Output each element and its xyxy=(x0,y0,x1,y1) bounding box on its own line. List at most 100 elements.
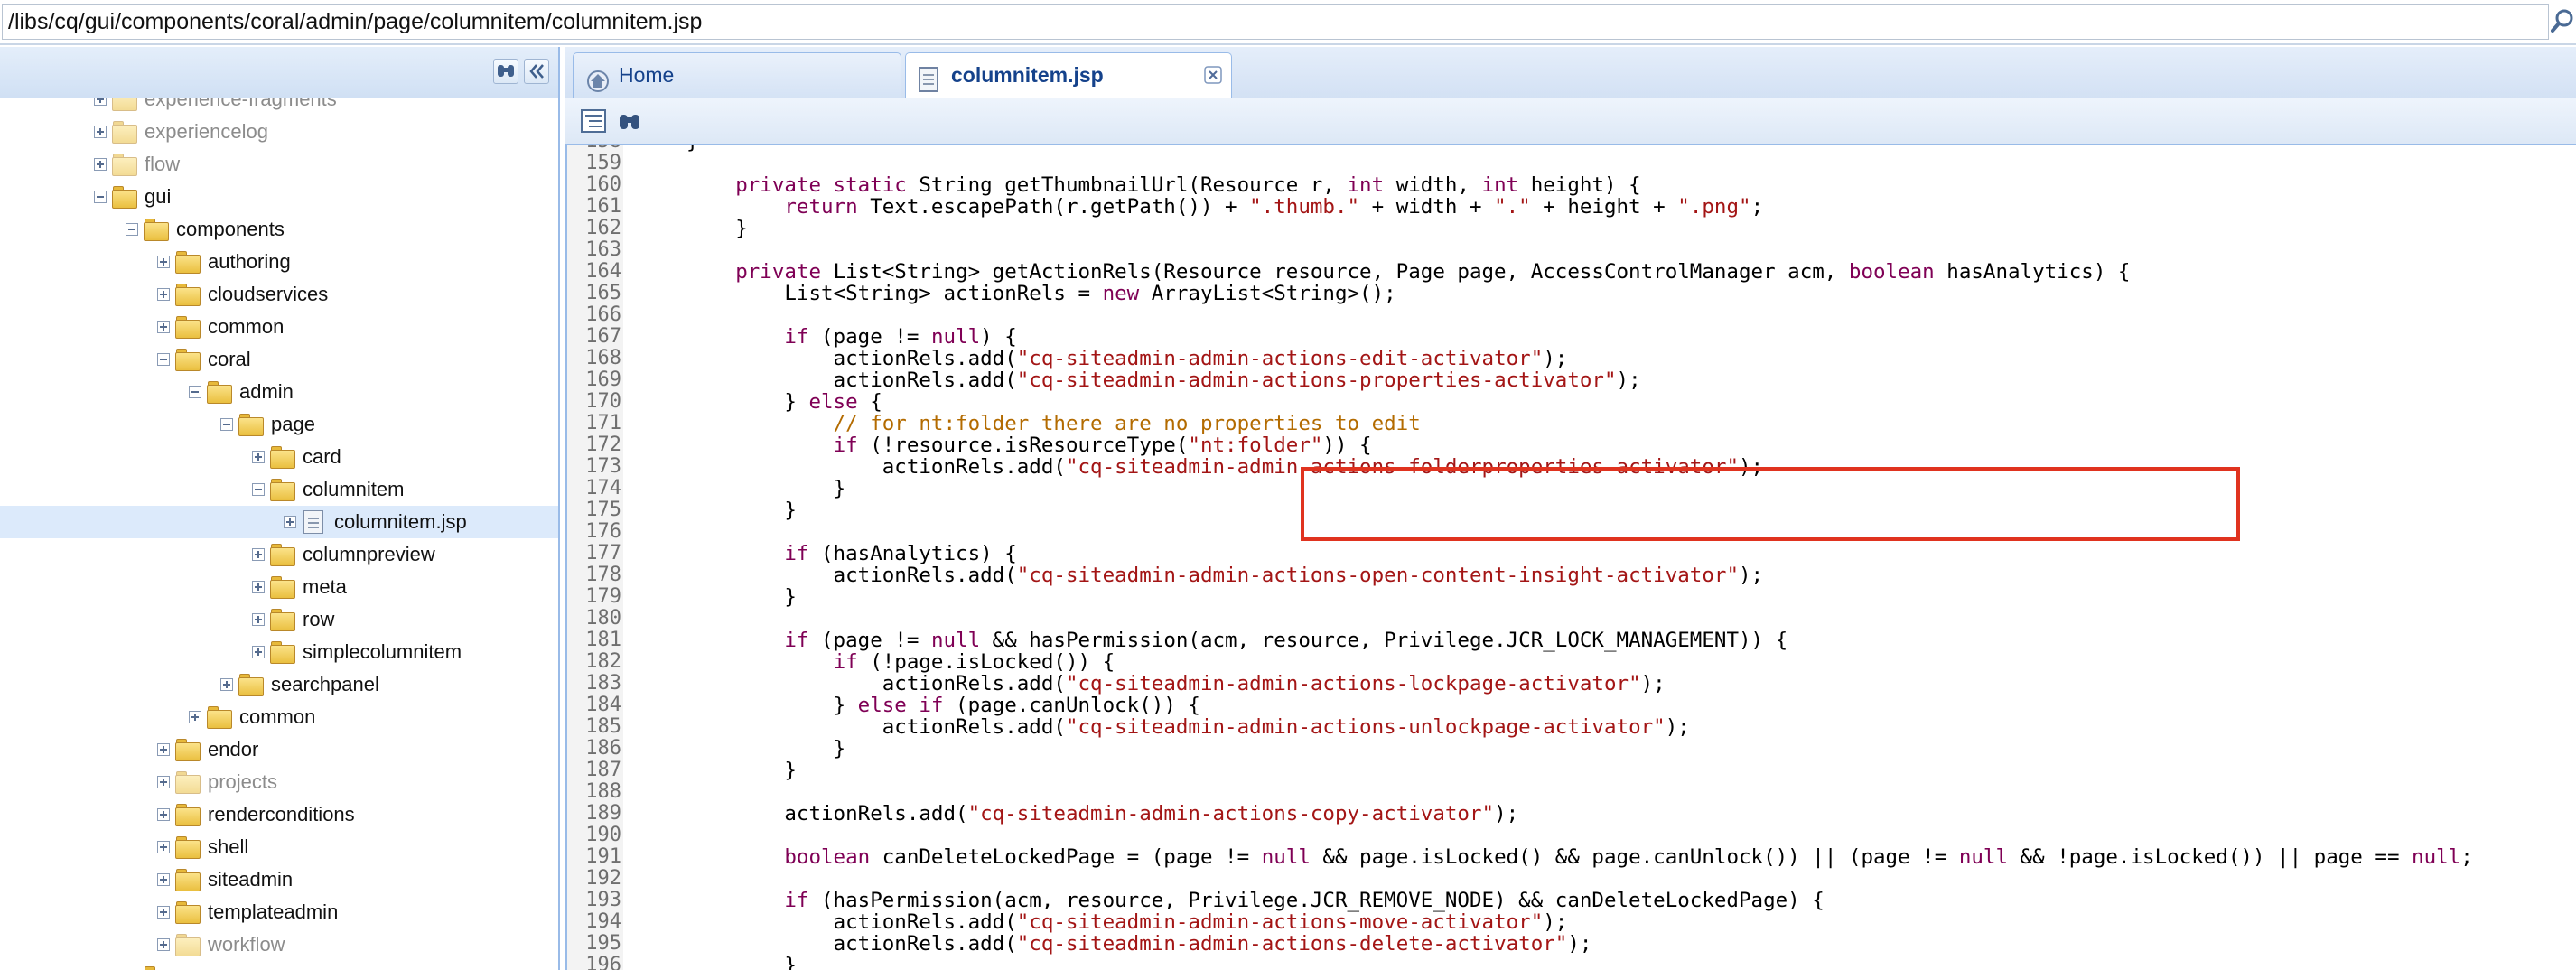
tree-item-label: columnpreview xyxy=(303,543,435,565)
collapse-icon[interactable] xyxy=(220,418,233,431)
folder-icon xyxy=(207,381,232,404)
collapse-icon[interactable] xyxy=(157,353,170,366)
code-line: 170 } else { xyxy=(567,391,2576,414)
tree-item-label: workflow xyxy=(208,933,285,956)
expand-icon[interactable] xyxy=(157,938,170,951)
expand-icon[interactable] xyxy=(252,581,265,593)
tree-item-label: searchpanel xyxy=(271,673,379,695)
outline-icon[interactable] xyxy=(580,108,607,134)
tree-folder-item[interactable]: projects xyxy=(0,766,558,798)
tree-folder-item[interactable]: row xyxy=(0,603,558,636)
code-line: 163 xyxy=(567,239,2576,261)
close-icon[interactable] xyxy=(1204,55,1222,98)
tree-folder-item[interactable]: workflow xyxy=(0,928,558,961)
tree-folder-item[interactable]: experiencelog xyxy=(0,116,558,148)
folder-icon xyxy=(175,836,201,859)
tree-item-label: templateadmin xyxy=(208,900,339,923)
tree-folder-item[interactable]: common xyxy=(0,701,558,733)
expand-icon[interactable] xyxy=(252,613,265,626)
expand-icon[interactable] xyxy=(94,98,107,106)
code-text: actionRels.add("cq-siteadmin-admin-actio… xyxy=(833,910,1568,934)
line-number: 173 xyxy=(585,455,621,478)
tab-columnitem-jsp[interactable]: columnitem.jsp xyxy=(905,52,1232,98)
line-number: 181 xyxy=(585,629,621,651)
code-text: return Text.escapePath(r.getPath()) + ".… xyxy=(784,195,1764,219)
code-line: 190 xyxy=(567,825,2576,846)
code-text: actionRels.add("cq-siteadmin-admin-actio… xyxy=(833,347,1568,370)
tab-home[interactable]: Home xyxy=(573,52,901,98)
tree-folder-item[interactable]: authoring xyxy=(0,246,558,278)
tree-folder-item[interactable]: flow xyxy=(0,148,558,181)
collapse-icon[interactable] xyxy=(94,191,107,203)
code-text: private List<String> getActionRels(Resou… xyxy=(735,260,2131,284)
tree-folder-item[interactable]: columnpreview xyxy=(0,538,558,571)
folder-icon xyxy=(207,706,232,729)
tree-folder-item[interactable]: card xyxy=(0,441,558,473)
tree-item-label: card xyxy=(303,445,341,468)
folder-icon xyxy=(238,414,264,436)
code-line: 191 boolean canDeleteLockedPage = (page … xyxy=(567,846,2576,869)
code-text: if (hasAnalytics) { xyxy=(784,542,1017,565)
expand-icon[interactable] xyxy=(220,678,233,691)
expand-icon[interactable] xyxy=(157,743,170,756)
tree-folder-item[interactable]: cloudservices xyxy=(0,278,558,311)
expand-icon[interactable] xyxy=(157,288,170,301)
collapse-icon[interactable] xyxy=(126,223,138,236)
tree-folder-item[interactable]: simplecolumnitem xyxy=(0,636,558,668)
tree-folder-item[interactable]: endor xyxy=(0,733,558,766)
expand-icon[interactable] xyxy=(157,321,170,333)
code-text: actionRels.add("cq-siteadmin-admin-actio… xyxy=(833,932,1592,956)
tree-folder-item[interactable]: shell xyxy=(0,831,558,863)
tree-folder-item[interactable]: templateadmin xyxy=(0,896,558,928)
code-line: 175 } xyxy=(567,499,2576,522)
collapse-icon[interactable] xyxy=(252,483,265,496)
code-line: 187 } xyxy=(567,760,2576,782)
expand-icon[interactable] xyxy=(157,873,170,886)
expand-icon[interactable] xyxy=(252,646,265,658)
tree-folder-item[interactable]: renderconditions xyxy=(0,798,558,831)
line-number: 194 xyxy=(585,910,621,933)
binoculars-icon[interactable] xyxy=(493,59,518,84)
code-line: 165 List<String> actionRels = new ArrayL… xyxy=(567,283,2576,305)
code-line: 192 xyxy=(567,868,2576,890)
tree-folder-item[interactable]: admin xyxy=(0,376,558,408)
find-binoculars-icon[interactable] xyxy=(616,108,643,134)
code-text: if (page != null) { xyxy=(784,325,1017,349)
tree-folder-item[interactable]: common xyxy=(0,311,558,343)
line-number: 185 xyxy=(585,715,621,738)
tree-folder-item[interactable]: gui xyxy=(0,181,558,213)
tree-folder-item[interactable]: experience-fragments xyxy=(0,98,558,116)
code-text: if (!page.isLocked()) { xyxy=(833,650,1115,674)
code-text: } xyxy=(833,737,846,760)
expand-icon[interactable] xyxy=(157,776,170,788)
tree-folder-item[interactable]: coral xyxy=(0,343,558,376)
tree-folder-item[interactable]: page xyxy=(0,408,558,441)
collapse-icon[interactable] xyxy=(189,386,201,398)
expand-icon[interactable] xyxy=(157,808,170,821)
expand-icon[interactable] xyxy=(157,256,170,268)
expand-icon[interactable] xyxy=(252,548,265,561)
tree-folder-item[interactable]: searchpanel xyxy=(0,668,558,701)
code-text: actionRels.add("cq-siteadmin-admin-actio… xyxy=(833,564,1764,587)
path-input[interactable]: /libs/cq/gui/components/coral/admin/page… xyxy=(2,4,2549,40)
code-editor[interactable]: 158}159160 private static String getThum… xyxy=(565,145,2576,970)
tree-folder-item[interactable]: columnitem xyxy=(0,473,558,506)
tree-folder-item[interactable]: siteadmin xyxy=(0,863,558,896)
folder-icon xyxy=(175,771,201,794)
expand-icon[interactable] xyxy=(94,126,107,138)
expand-icon[interactable] xyxy=(284,516,296,528)
expand-icon[interactable] xyxy=(189,711,201,723)
tree-folder-item[interactable]: meta xyxy=(0,571,558,603)
expand-icon[interactable] xyxy=(157,841,170,853)
expand-icon[interactable] xyxy=(252,451,265,463)
line-number: 168 xyxy=(585,347,621,369)
code-line: 186 } xyxy=(567,738,2576,760)
expand-icon[interactable] xyxy=(94,158,107,171)
collapse-left-icon[interactable] xyxy=(524,59,549,84)
editor-toolbar xyxy=(565,98,2576,145)
tree-file-item[interactable]: columnitem.jsp xyxy=(0,506,558,538)
expand-icon[interactable] xyxy=(157,906,170,919)
search-icon[interactable] xyxy=(2551,5,2576,38)
tree-folder-item[interactable]: components xyxy=(0,213,558,246)
tree-folder-item[interactable]: content xyxy=(0,961,558,970)
